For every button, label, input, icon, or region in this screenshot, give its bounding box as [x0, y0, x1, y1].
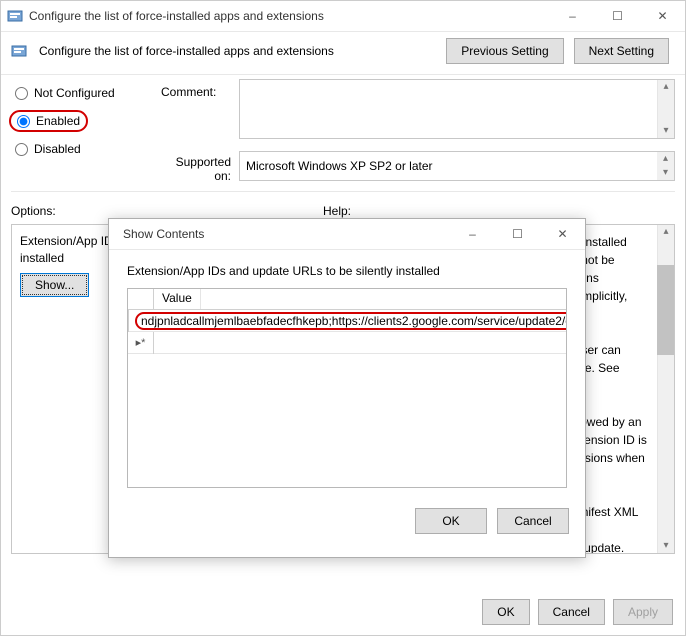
enabled-label: Enabled [36, 114, 80, 128]
titlebar: Configure the list of force-installed ap… [1, 1, 685, 31]
previous-setting-button[interactable]: Previous Setting [446, 38, 563, 64]
toolbar: Configure the list of force-installed ap… [1, 32, 685, 74]
window-minimize-button[interactable]: – [550, 1, 595, 31]
dialog-cancel-button[interactable]: Cancel [497, 508, 569, 534]
scroll-up-icon[interactable]: ▴ [663, 225, 668, 239]
window-title: Configure the list of force-installed ap… [29, 9, 550, 23]
scroll-down-icon[interactable]: ▾ [663, 166, 668, 180]
table-row-new[interactable]: ▸* [128, 332, 566, 354]
scroll-down-icon[interactable]: ▾ [663, 539, 668, 553]
scroll-down-icon[interactable]: ▾ [663, 124, 668, 138]
dialog-close-button[interactable]: ✕ [540, 219, 585, 249]
dialog-minimize-button[interactable]: – [450, 219, 495, 249]
new-row-icon: ▸* [128, 332, 154, 354]
policy-icon [7, 8, 23, 24]
scrollbar[interactable]: ▴ ▾ [657, 152, 674, 180]
value-column-header[interactable]: Value [154, 289, 201, 309]
table-row[interactable]: ndjpnladcallmjemlbaebfadecfhkepb;https:/… [128, 310, 566, 332]
scroll-up-icon[interactable]: ▴ [663, 152, 668, 166]
cancel-button[interactable]: Cancel [538, 599, 605, 625]
disabled-label: Disabled [34, 142, 81, 156]
window-close-button[interactable]: ✕ [640, 1, 685, 31]
enabled-radio[interactable] [17, 115, 30, 128]
scrollbar-thumb[interactable] [657, 265, 674, 355]
state-column: Not Configured Enabled Disabled [11, 75, 151, 183]
not-configured-radio[interactable] [15, 87, 28, 100]
scroll-up-icon[interactable]: ▴ [663, 80, 668, 94]
dialog-ok-button[interactable]: OK [415, 508, 487, 534]
value-cell-empty[interactable] [154, 342, 166, 344]
supported-on-value: Microsoft Windows XP SP2 or later [246, 159, 433, 173]
not-configured-label: Not Configured [34, 86, 115, 100]
value-grid[interactable]: Value ndjpnladcallmjemlbaebfadecfhkepb;h… [127, 288, 567, 488]
next-setting-button[interactable]: Next Setting [574, 38, 669, 64]
window-maximize-button[interactable]: ☐ [595, 1, 640, 31]
dialog-titlebar: Show Contents – ☐ ✕ [109, 219, 585, 249]
page-title: Configure the list of force-installed ap… [39, 44, 334, 58]
ok-button[interactable]: OK [482, 599, 529, 625]
comment-label: Comment: [161, 79, 231, 139]
show-button[interactable]: Show... [20, 273, 89, 297]
scrollbar[interactable]: ▴ ▾ [657, 80, 674, 138]
scrollbar[interactable]: ▴ ▾ [657, 225, 674, 553]
dialog-maximize-button[interactable]: ☐ [495, 219, 540, 249]
dialog-description: Extension/App IDs and update URLs to be … [127, 264, 567, 278]
dialog-title: Show Contents [115, 227, 450, 241]
show-contents-dialog: Show Contents – ☐ ✕ Extension/App IDs an… [108, 218, 586, 558]
comment-textarea[interactable]: ▴ ▾ [239, 79, 675, 139]
supported-on-label: Supported on: [161, 149, 231, 183]
grid-header: Value [128, 289, 566, 310]
disabled-radio[interactable] [15, 143, 28, 156]
value-cell[interactable]: ndjpnladcallmjemlbaebfadecfhkepb;https:/… [135, 312, 567, 330]
supported-on-field: Microsoft Windows XP SP2 or later ▴ ▾ [239, 151, 675, 181]
apply-button[interactable]: Apply [613, 599, 673, 625]
policy-icon [11, 43, 27, 59]
